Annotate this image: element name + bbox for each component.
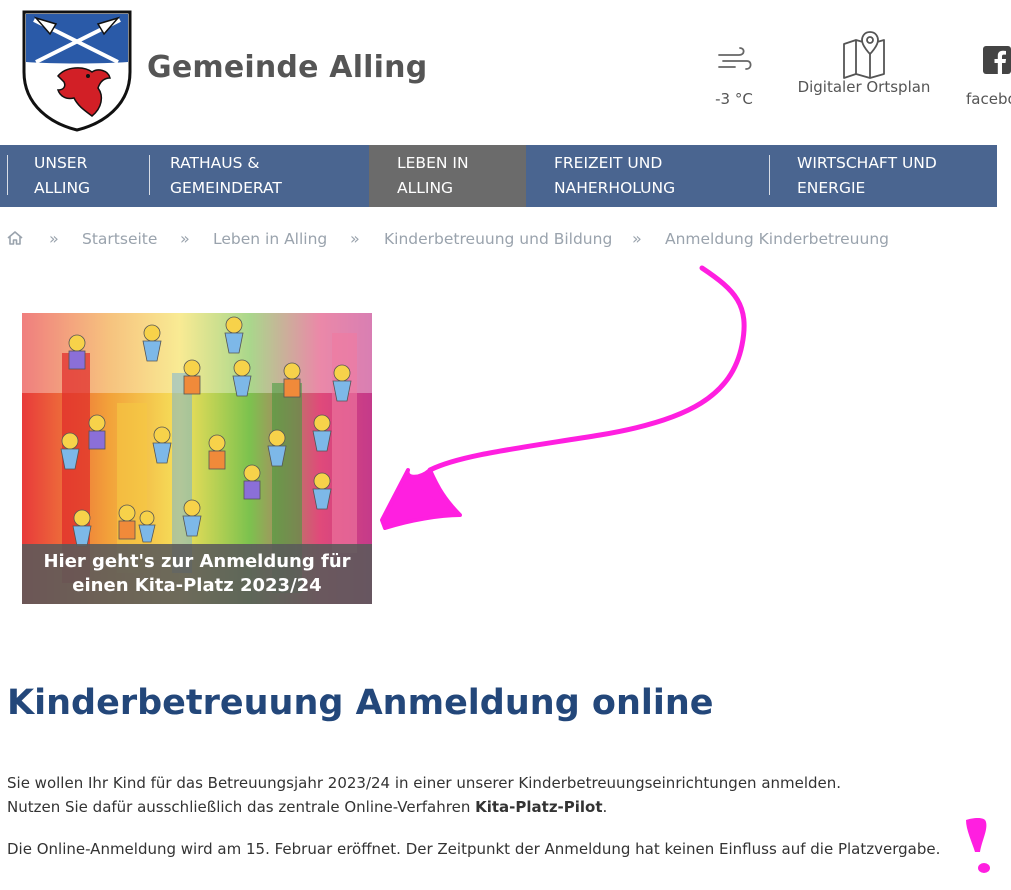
ortsplan-label: Digitaler Ortsplan bbox=[797, 78, 931, 96]
breadcrumb-separator: » bbox=[49, 229, 59, 248]
intro-line-2-text: Nutzen Sie dafür ausschließlich das zent… bbox=[7, 798, 476, 816]
facebook-label: facebo bbox=[966, 90, 1011, 108]
facebook-link[interactable]: facebo bbox=[960, 40, 1011, 108]
breadcrumb-kinderbetreuung[interactable]: Kinderbetreuung und Bildung bbox=[384, 230, 612, 248]
nav-label-line2: ALLING bbox=[34, 179, 91, 197]
site-header: Gemeinde Alling -3 °C Digitaler Ortsplan… bbox=[0, 0, 1011, 145]
weather-value: -3 °C bbox=[715, 90, 753, 108]
nav-divider bbox=[149, 155, 150, 195]
nav-label-line2: ALLING bbox=[397, 179, 454, 197]
site-title[interactable]: Gemeinde Alling bbox=[147, 50, 427, 85]
breadcrumb-separator: » bbox=[180, 229, 190, 248]
nav-item-freizeit[interactable]: FREIZEIT UND NAHERHOLUNG bbox=[526, 145, 769, 207]
nav-label-line2: NAHERHOLUNG bbox=[554, 179, 676, 197]
nav-label-line1: LEBEN IN bbox=[397, 154, 469, 172]
kita-anmeldung-teaser[interactable]: Hier geht's zur Anmeldung für einen Kita… bbox=[22, 313, 372, 604]
nav-divider bbox=[7, 155, 8, 195]
nav-label-line1: UNSER bbox=[34, 154, 88, 172]
ortsplan-link[interactable]: Digitaler Ortsplan bbox=[793, 31, 935, 96]
teaser-caption-line2: einen Kita-Platz 2023/24 bbox=[72, 575, 322, 596]
intro-line-2-suffix: . bbox=[602, 798, 608, 816]
weather-widget[interactable]: -3 °C bbox=[708, 40, 760, 108]
breadcrumb: » Startseite » Leben in Alling » Kinderb… bbox=[0, 228, 1011, 252]
kita-platz-pilot-link[interactable]: Kita-Platz-Pilot bbox=[475, 798, 602, 816]
nav-item-leben-in-alling[interactable]: LEBEN IN ALLING bbox=[369, 145, 526, 207]
wind-icon bbox=[718, 47, 752, 70]
page-title: Kinderbetreuung Anmeldung online bbox=[7, 683, 714, 723]
teaser-caption-line1: Hier geht's zur Anmeldung für bbox=[43, 551, 351, 572]
coat-of-arms-logo[interactable] bbox=[22, 10, 132, 132]
intro-line-2: Nutzen Sie dafür ausschließlich das zent… bbox=[7, 795, 841, 819]
home-icon[interactable] bbox=[6, 230, 24, 250]
breadcrumb-leben-in-alling[interactable]: Leben in Alling bbox=[213, 230, 327, 248]
facebook-icon bbox=[983, 46, 1011, 74]
nav-label-line2: GEMEINDERAT bbox=[170, 179, 282, 197]
breadcrumb-current: Anmeldung Kinderbetreuung bbox=[665, 230, 889, 248]
nav-item-unser-alling[interactable]: UNSER ALLING bbox=[0, 145, 142, 207]
intro-paragraph: Sie wollen Ihr Kind für das Betreuungsja… bbox=[7, 771, 841, 819]
map-pin-icon bbox=[843, 31, 885, 79]
teaser-caption[interactable]: Hier geht's zur Anmeldung für einen Kita… bbox=[22, 544, 372, 604]
nav-label-line2: ENERGIE bbox=[797, 179, 866, 197]
main-navigation: UNSER ALLING RATHAUS & GEMEINDERAT LEBEN… bbox=[0, 145, 997, 207]
nav-label-line1: FREIZEIT UND bbox=[554, 154, 663, 172]
breadcrumb-startseite[interactable]: Startseite bbox=[82, 230, 157, 248]
nav-item-rathaus[interactable]: RATHAUS & GEMEINDERAT bbox=[142, 145, 369, 207]
nav-label-line1: RATHAUS & bbox=[170, 154, 260, 172]
nav-label-line1: WIRTSCHAFT UND bbox=[797, 154, 937, 172]
nav-divider bbox=[769, 155, 770, 195]
breadcrumb-separator: » bbox=[632, 229, 642, 248]
breadcrumb-separator: » bbox=[350, 229, 360, 248]
registration-info-paragraph: Die Online-Anmeldung wird am 15. Februar… bbox=[7, 840, 941, 858]
nav-item-wirtschaft[interactable]: WIRTSCHAFT UND ENERGIE bbox=[769, 145, 997, 207]
intro-line-1: Sie wollen Ihr Kind für das Betreuungsja… bbox=[7, 774, 842, 792]
